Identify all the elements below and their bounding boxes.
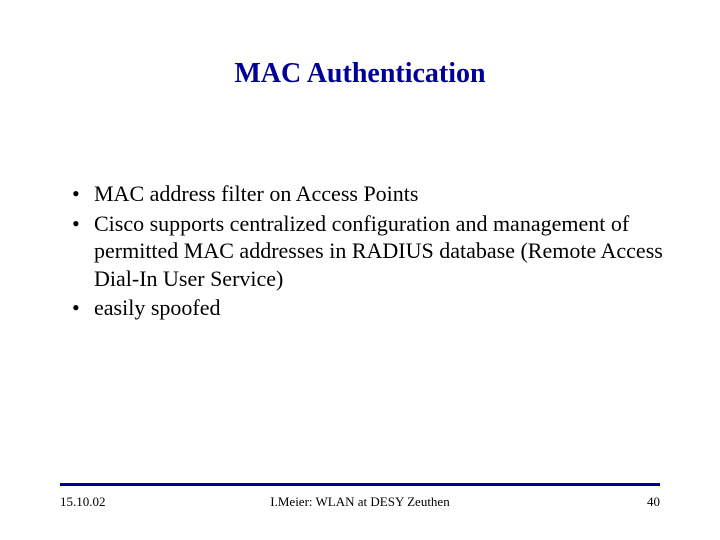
footer-divider [60,483,660,486]
footer: 15.10.02 I.Meier: WLAN at DESY Zeuthen 4… [60,494,660,510]
footer-date: 15.10.02 [60,494,106,510]
bullet-item: Cisco supports centralized configuration… [70,210,670,293]
bullet-list: MAC address filter on Access Points Cisc… [70,180,670,322]
bullet-item: MAC address filter on Access Points [70,180,670,208]
footer-author: I.Meier: WLAN at DESY Zeuthen [270,494,449,510]
slide-title: MAC Authentication [0,58,720,90]
content-area: MAC address filter on Access Points Cisc… [70,180,670,324]
slide: MAC Authentication MAC address filter on… [0,0,720,540]
bullet-item: easily spoofed [70,294,670,322]
footer-page-number: 40 [647,494,660,510]
